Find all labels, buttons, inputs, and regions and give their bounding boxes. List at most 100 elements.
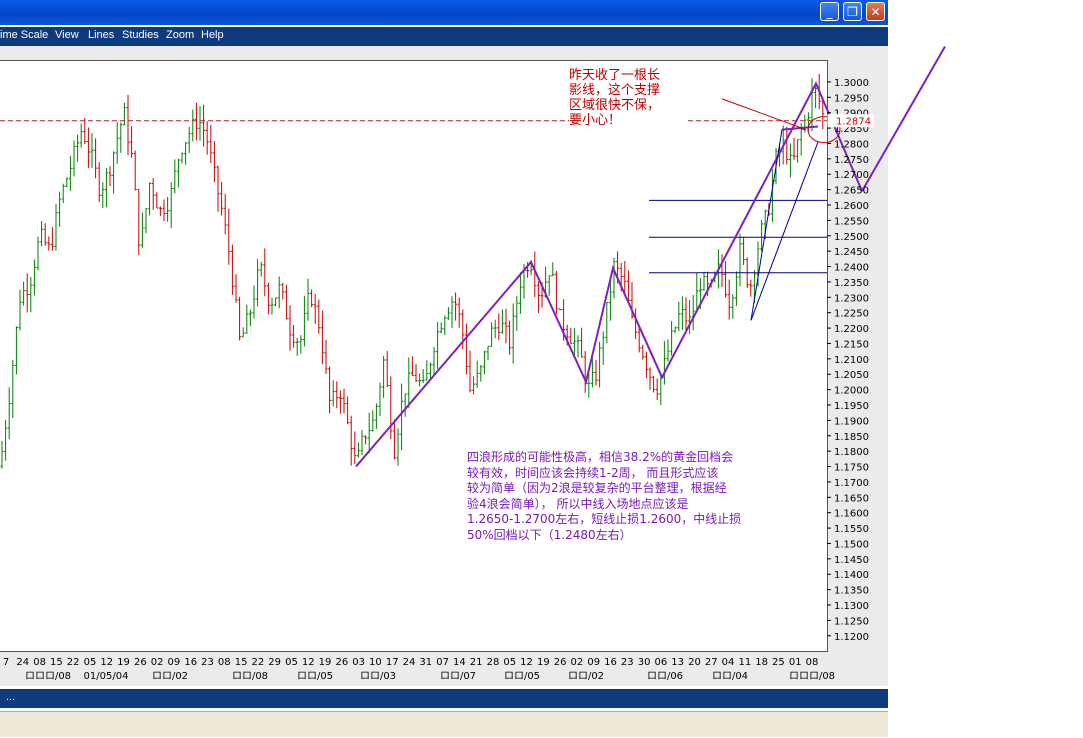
price-bar bbox=[342, 388, 346, 414]
price-bar bbox=[684, 297, 688, 332]
status-text: ... bbox=[6, 691, 16, 703]
y-tick-label: 1.2000 bbox=[834, 386, 869, 397]
price-bar bbox=[43, 223, 47, 246]
price-bar bbox=[18, 289, 22, 331]
price-bar bbox=[209, 124, 213, 163]
price-bar bbox=[576, 335, 580, 358]
price-bar bbox=[349, 415, 353, 466]
price-bar bbox=[126, 94, 130, 156]
price-bar bbox=[360, 429, 364, 456]
price-bar bbox=[140, 212, 144, 248]
price-bar bbox=[731, 294, 735, 319]
price-bar bbox=[259, 261, 263, 277]
price-bar bbox=[158, 206, 162, 216]
x-day-label: 12 bbox=[100, 657, 113, 668]
x-day-label: 05 bbox=[285, 657, 298, 668]
price-bar bbox=[241, 327, 245, 338]
price-bar bbox=[382, 356, 386, 398]
price-bar bbox=[482, 350, 486, 375]
price-bar bbox=[295, 337, 299, 356]
x-day-label: 09 bbox=[168, 657, 181, 668]
price-bar bbox=[0, 440, 4, 469]
price-bar bbox=[133, 150, 137, 191]
price-bar bbox=[594, 360, 598, 386]
price-bar bbox=[554, 271, 558, 315]
x-day-label: 02 bbox=[571, 657, 584, 668]
price-bar bbox=[392, 419, 396, 460]
price-bar bbox=[479, 364, 483, 382]
x-day-label: 26 bbox=[134, 657, 147, 668]
price-bar bbox=[328, 366, 332, 414]
price-bar bbox=[500, 309, 504, 334]
overlay-lines bbox=[0, 46, 946, 468]
price-bar bbox=[385, 350, 389, 388]
price-bar bbox=[14, 326, 18, 375]
x-day-label: 21 bbox=[470, 657, 483, 668]
y-tick-label: 1.1850 bbox=[834, 432, 869, 443]
x-period-label: ロロ/06 bbox=[647, 671, 683, 682]
price-bar bbox=[54, 203, 58, 251]
y-tick-label: 1.1550 bbox=[834, 524, 869, 535]
x-day-label: 14 bbox=[453, 657, 466, 668]
price-bar bbox=[403, 393, 407, 417]
price-bar bbox=[680, 296, 684, 330]
x-day-label: 29 bbox=[268, 657, 281, 668]
price-bar bbox=[187, 126, 191, 153]
x-day-label: 26 bbox=[554, 657, 567, 668]
price-bar bbox=[65, 177, 69, 188]
price-bar bbox=[785, 126, 789, 165]
price-bar bbox=[72, 140, 76, 177]
y-tick-label: 1.2100 bbox=[834, 355, 869, 366]
price-bar bbox=[274, 297, 278, 307]
price-bar bbox=[90, 133, 94, 168]
x-day-label: 22 bbox=[252, 657, 265, 668]
price-bar bbox=[371, 410, 375, 432]
channel-line bbox=[750, 141, 819, 321]
status-band: ... bbox=[0, 689, 888, 708]
arrow-line bbox=[721, 98, 807, 131]
price-bar bbox=[569, 327, 573, 344]
price-bar bbox=[130, 126, 134, 158]
x-period-label: ロロ/02 bbox=[152, 671, 188, 682]
price-bar bbox=[670, 321, 674, 356]
price-bar bbox=[662, 341, 666, 385]
y-tick-label: 1.2300 bbox=[834, 293, 869, 304]
x-day-label: 7 bbox=[3, 657, 9, 668]
x-day-label: 22 bbox=[67, 657, 80, 668]
price-bar bbox=[468, 350, 472, 393]
price-bar bbox=[292, 325, 296, 348]
price-bar bbox=[230, 244, 234, 295]
price-bar bbox=[367, 412, 371, 454]
x-day-label: 16 bbox=[604, 657, 617, 668]
price-bar bbox=[79, 123, 83, 148]
price-bar bbox=[353, 431, 357, 465]
wave-line bbox=[861, 46, 946, 192]
price-bar bbox=[115, 122, 119, 164]
price-bar bbox=[223, 193, 227, 235]
price-chart[interactable]: 1.30001.29501.29001.28501.28001.27501.27… bbox=[0, 0, 1083, 738]
y-tick-label: 1.1350 bbox=[834, 586, 869, 597]
price-bar bbox=[104, 168, 108, 208]
price-bar bbox=[76, 134, 80, 162]
price-bar bbox=[281, 282, 285, 300]
y-tick-label: 1.1800 bbox=[834, 447, 869, 458]
price-bar bbox=[202, 104, 206, 147]
x-day-label: 10 bbox=[369, 657, 382, 668]
price-bar bbox=[810, 78, 814, 132]
y-tick-label: 1.1250 bbox=[834, 616, 869, 627]
price-bar bbox=[421, 369, 425, 384]
price-bar bbox=[191, 109, 195, 142]
x-day-label: 05 bbox=[503, 657, 516, 668]
price-bar bbox=[400, 383, 404, 451]
x-day-label: 19 bbox=[319, 657, 332, 668]
price-bar bbox=[508, 320, 512, 355]
price-bar bbox=[518, 272, 522, 314]
price-bar bbox=[407, 357, 411, 408]
y-tick-label: 1.2450 bbox=[834, 247, 869, 258]
price-bar bbox=[248, 309, 252, 327]
price-bar bbox=[270, 297, 274, 315]
price-bar bbox=[454, 292, 458, 321]
price-bar bbox=[205, 121, 209, 155]
price-bar bbox=[580, 327, 584, 358]
price-bar bbox=[180, 152, 184, 164]
